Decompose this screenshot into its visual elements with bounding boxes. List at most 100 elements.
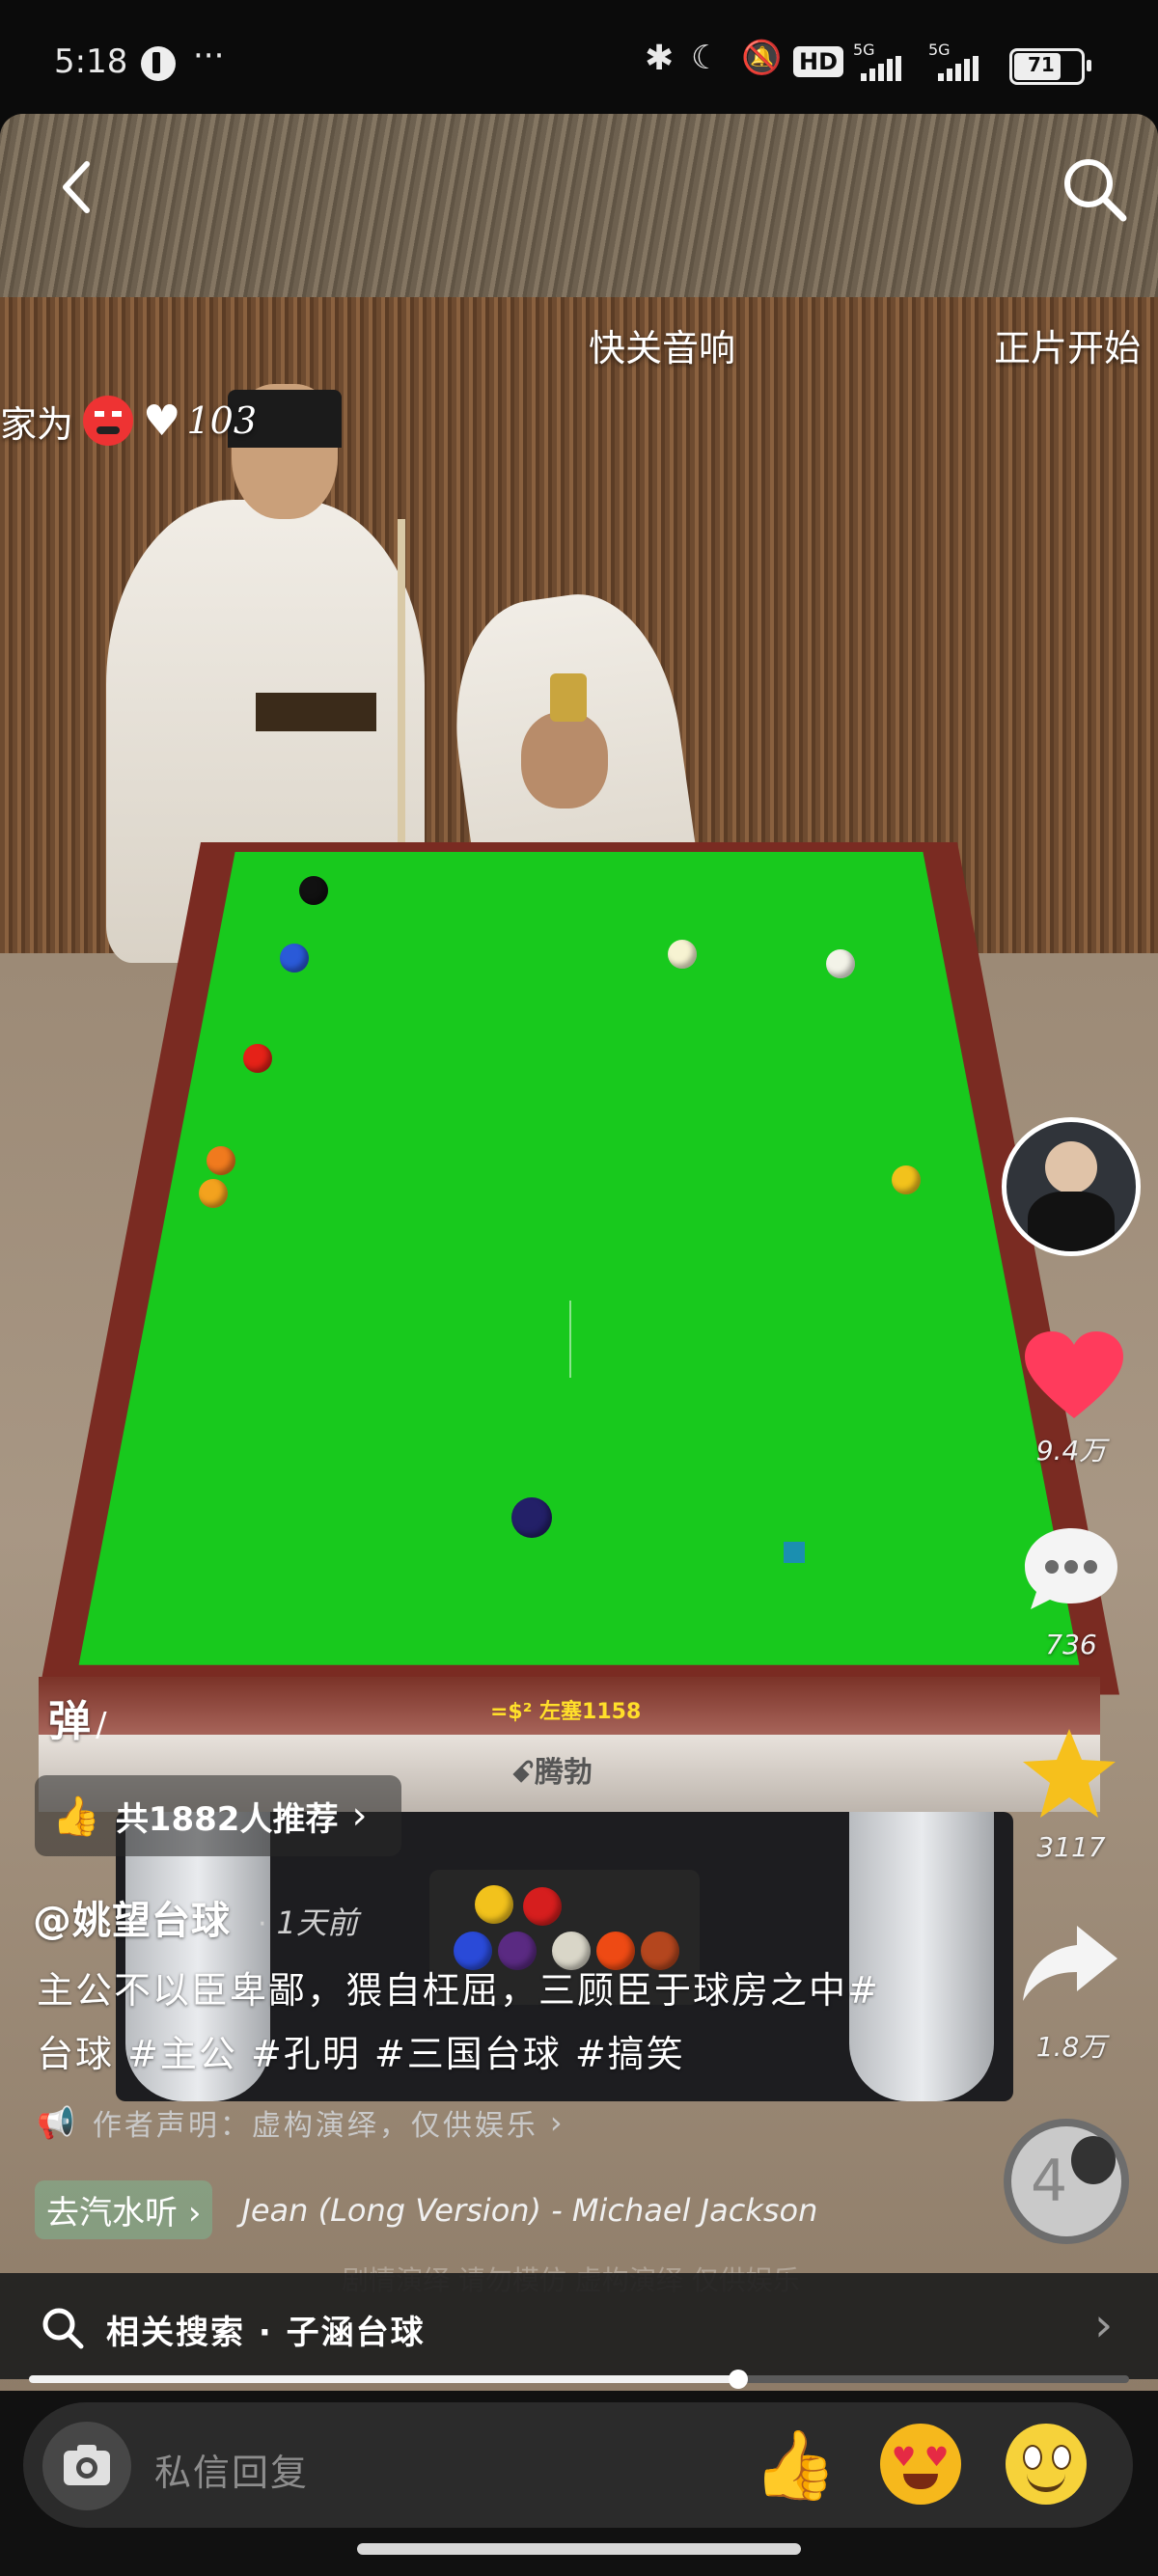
music-disc-button[interactable]: 4 bbox=[1004, 2119, 1129, 2244]
mute-notification-icon: 🔕 bbox=[741, 39, 783, 77]
heart-icon bbox=[1025, 1331, 1123, 1418]
smile-mouth bbox=[1027, 2474, 1065, 2492]
music-chip-label: 去汽水听 bbox=[46, 2194, 178, 2233]
rail-text: =$² 左塞1158 bbox=[490, 1700, 642, 1724]
favorite-button[interactable] bbox=[1019, 1725, 1119, 1822]
person-aiming-crown bbox=[550, 673, 587, 722]
home-indicator[interactable] bbox=[357, 2543, 801, 2555]
table-brand: ꗃ腾勃 bbox=[511, 1756, 593, 1790]
battery-icon: 71 bbox=[1009, 48, 1091, 85]
chalk bbox=[784, 1542, 805, 1563]
emoji-thumbs-up-button[interactable]: 👍 bbox=[753, 2422, 840, 2508]
back-arrow-icon bbox=[63, 161, 90, 213]
scene-thatch bbox=[0, 114, 1158, 297]
ball-white-stripe bbox=[826, 949, 855, 978]
recommend-label: 共1882人推荐 bbox=[115, 1799, 339, 1839]
signal-icon-2 bbox=[938, 56, 981, 81]
tray-ball-1 bbox=[475, 1885, 513, 1924]
thumbs-up-icon: 👍 bbox=[52, 1794, 100, 1839]
emoji-smile-button[interactable] bbox=[1006, 2424, 1087, 2505]
person-aiming-head bbox=[521, 712, 608, 808]
danmu-mute-hint: 快关音响 bbox=[589, 327, 736, 370]
danmu-toggle-button[interactable]: 弹 / bbox=[48, 1686, 107, 1748]
emoji-heart-eyes-button[interactable]: ♥ ♥ bbox=[880, 2424, 961, 2505]
video-description[interactable]: 主公不以臣卑鄙，猥自枉屈，三顾臣于球房之中#台球 #主公 #孔明 #三国台球 #… bbox=[37, 1959, 905, 2086]
comment-bubble-icon bbox=[1025, 1528, 1117, 1609]
like-button[interactable] bbox=[1021, 1329, 1127, 1426]
ball-blue bbox=[280, 944, 309, 973]
reply-input-placeholder: 私信回复 bbox=[154, 2452, 310, 2494]
pool-table-front-rail: =$² 左塞1158 bbox=[39, 1677, 1100, 1735]
ball-red bbox=[243, 1044, 272, 1073]
signal-icon-1 bbox=[861, 56, 904, 81]
heart-eyes-left-icon: ♥ bbox=[892, 2441, 917, 2473]
music-disc-numeral: 4 bbox=[1031, 2148, 1068, 2215]
bluetooth-icon: ✱ bbox=[645, 39, 675, 78]
video-player[interactable]: =$² 左塞1158 ꗃ腾勃 快关音响 正片开始 家为 ♥ 103 9.4万 7… bbox=[0, 114, 1158, 2391]
music-chip[interactable]: 去汽水听 › bbox=[35, 2180, 213, 2239]
favorite-count: 3117 bbox=[1036, 1831, 1106, 1863]
tray-ball-2 bbox=[523, 1887, 562, 1926]
pool-table-felt bbox=[78, 852, 1080, 1665]
danmu-like-count: 103 bbox=[186, 399, 257, 442]
dot-separator: · bbox=[258, 1907, 267, 1941]
ball-purple bbox=[511, 1497, 552, 1538]
share-button[interactable] bbox=[1017, 1920, 1123, 2007]
back-button[interactable] bbox=[48, 152, 106, 220]
related-search-label: 相关搜索 · 子涵台球 bbox=[106, 2314, 426, 2352]
recommend-chip[interactable]: 👍 共1882人推荐 › bbox=[35, 1775, 401, 1856]
reply-input-pill[interactable]: 私信回复 👍 ♥ ♥ bbox=[23, 2402, 1133, 2528]
disclaimer-chevron-icon: › bbox=[549, 2104, 563, 2141]
danmu-like-comment: 家为 ♥ 103 bbox=[0, 394, 257, 448]
author-avatar[interactable] bbox=[1002, 1117, 1141, 1256]
progress-fill bbox=[29, 2375, 739, 2383]
cue-ball bbox=[668, 940, 697, 969]
comment-count: 736 bbox=[1045, 1629, 1097, 1660]
battery-level: 71 bbox=[1028, 53, 1055, 76]
music-chip-chevron-icon: › bbox=[187, 2194, 202, 2233]
camera-button[interactable] bbox=[42, 2422, 131, 2510]
hd-badge: HD bbox=[793, 46, 844, 77]
danmu-toggle-label: 弹 bbox=[48, 1697, 91, 1746]
tiktok-icon bbox=[141, 46, 176, 81]
search-button[interactable] bbox=[1056, 151, 1133, 228]
ball-black bbox=[299, 876, 328, 905]
moon-icon: ☾ bbox=[691, 39, 721, 77]
status-bar: 5:18 ··· ✱ ☾ 🔕 HD 5G 5G 71 bbox=[0, 0, 1158, 116]
angry-emoji-icon bbox=[83, 396, 134, 446]
heart-eyes-mouth bbox=[903, 2474, 938, 2489]
ball-yellow bbox=[892, 1165, 921, 1194]
related-search-bar[interactable]: 相关搜索 · 子涵台球 › bbox=[0, 2273, 1158, 2379]
smile-eye-right bbox=[1052, 2445, 1071, 2470]
related-search-chevron-icon: › bbox=[1094, 2298, 1114, 2352]
ball-orange bbox=[207, 1146, 235, 1175]
danmu-slash-icon: / bbox=[96, 1706, 107, 1744]
ball-orange-stripe bbox=[199, 1179, 228, 1208]
music-artist-avatar bbox=[1071, 2136, 1116, 2184]
disclaimer-row[interactable]: 📢 作者声明：虚构演绎，仅供娱乐 › bbox=[37, 2101, 563, 2144]
chevron-right-icon: › bbox=[351, 1794, 368, 1838]
music-track: Jean (Long Version) - Michael Jackson bbox=[241, 2191, 818, 2229]
time-ago: 1天前 bbox=[276, 1905, 358, 1941]
search-icon bbox=[1064, 159, 1127, 222]
camera-icon bbox=[64, 2445, 110, 2485]
video-progress-bar[interactable] bbox=[29, 2370, 1129, 2389]
danmu-text: 家为 bbox=[0, 402, 74, 446]
related-search-icon bbox=[42, 2308, 84, 2349]
status-time: 5:18 bbox=[54, 42, 128, 81]
like-count: 9.4万 bbox=[1035, 1435, 1107, 1466]
share-arrow-icon bbox=[1023, 1926, 1117, 2001]
author-name[interactable]: @姚望台球 bbox=[33, 1889, 231, 1945]
heart-outline-icon: ♥ bbox=[143, 396, 181, 446]
star-icon bbox=[1023, 1729, 1116, 1818]
disclaimer-text: 作者声明：虚构演绎，仅供娱乐 bbox=[92, 2109, 538, 2143]
status-more-icon: ··· bbox=[193, 37, 225, 75]
author-row: @姚望台球 · 1天前 bbox=[33, 1889, 358, 1945]
thumbs-up-emoji-icon: 👍 bbox=[753, 2425, 838, 2505]
share-count: 1.8万 bbox=[1035, 2031, 1107, 2063]
danmu-main-start: 正片开始 bbox=[994, 327, 1142, 370]
table-spot-line bbox=[569, 1301, 571, 1378]
heart-eyes-right-icon: ♥ bbox=[924, 2441, 950, 2473]
music-row[interactable]: 去汽水听 › Jean (Long Version) - Michael Jac… bbox=[35, 2180, 817, 2239]
comment-button[interactable] bbox=[1021, 1522, 1121, 1615]
